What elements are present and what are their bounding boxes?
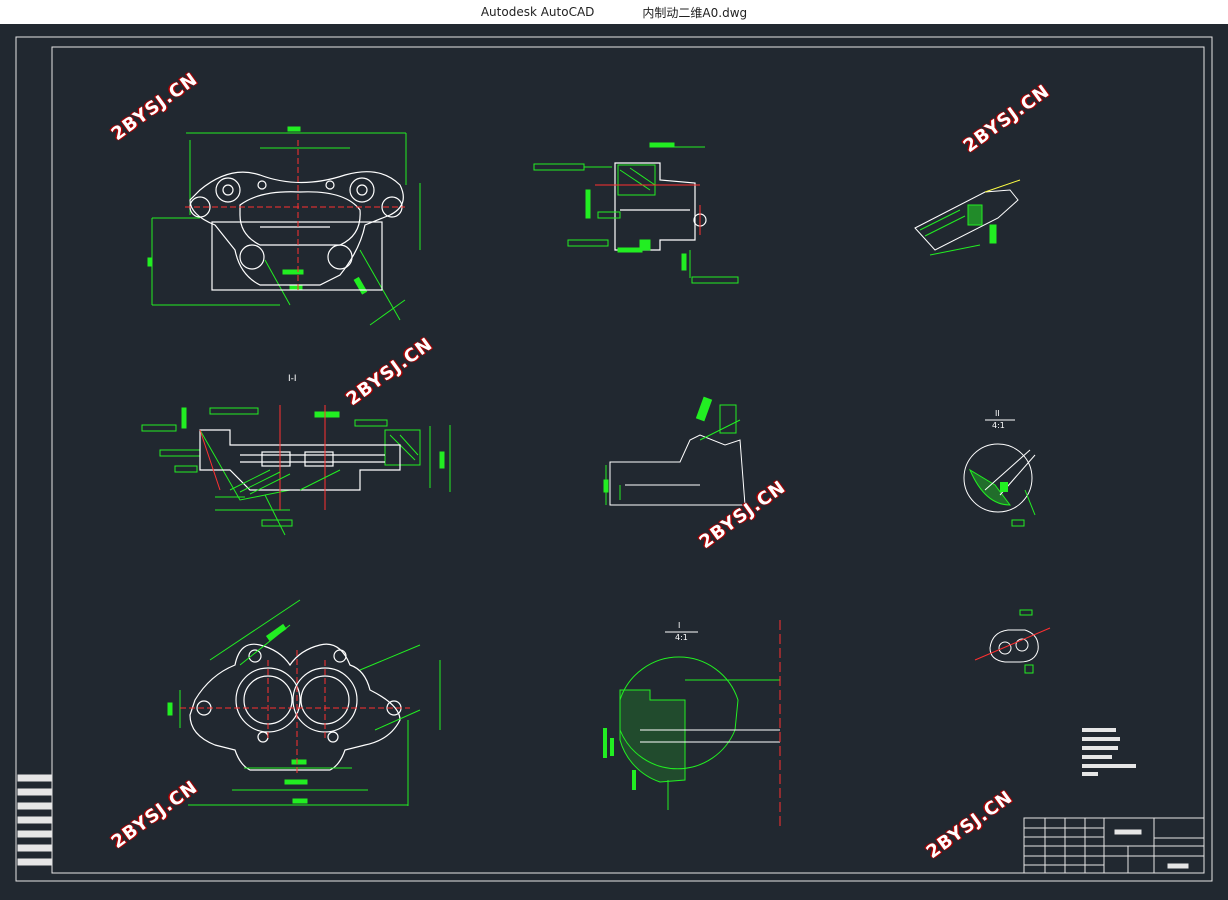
- oblique-detail-view: [914, 179, 1021, 256]
- detail-ii-scale: 4:1: [992, 421, 1005, 430]
- main-section-view: [141, 405, 451, 536]
- detail-ii-label: II: [995, 409, 1000, 418]
- side-section-view: [533, 142, 739, 284]
- document-title: 内制动二维A0.dwg: [642, 5, 748, 20]
- drawing-canvas[interactable]: I-I II 4:1 I 4:1 2BYSJ.CN 2BYSJ.CN 2BYSJ…: [0, 24, 1228, 900]
- detail-view-ii: [963, 419, 1036, 527]
- section-label: I-I: [288, 374, 297, 384]
- detail-i-scale: 4:1: [675, 633, 688, 642]
- revision-strip: [17, 774, 52, 866]
- mid-section-view: [603, 396, 746, 506]
- small-part-view: [974, 609, 1051, 674]
- cad-drawing: [15, 36, 1213, 882]
- title-bar: Autodesk AutoCAD 内制动二维A0.dwg: [0, 0, 1228, 25]
- technical-notes: [1082, 728, 1136, 776]
- front-view: [147, 126, 421, 326]
- bottom-view: [167, 599, 441, 806]
- title-block: [1023, 817, 1205, 874]
- detail-i-label: I: [678, 621, 681, 630]
- detail-view-i: [603, 620, 781, 828]
- app-title: Autodesk AutoCAD: [480, 5, 595, 19]
